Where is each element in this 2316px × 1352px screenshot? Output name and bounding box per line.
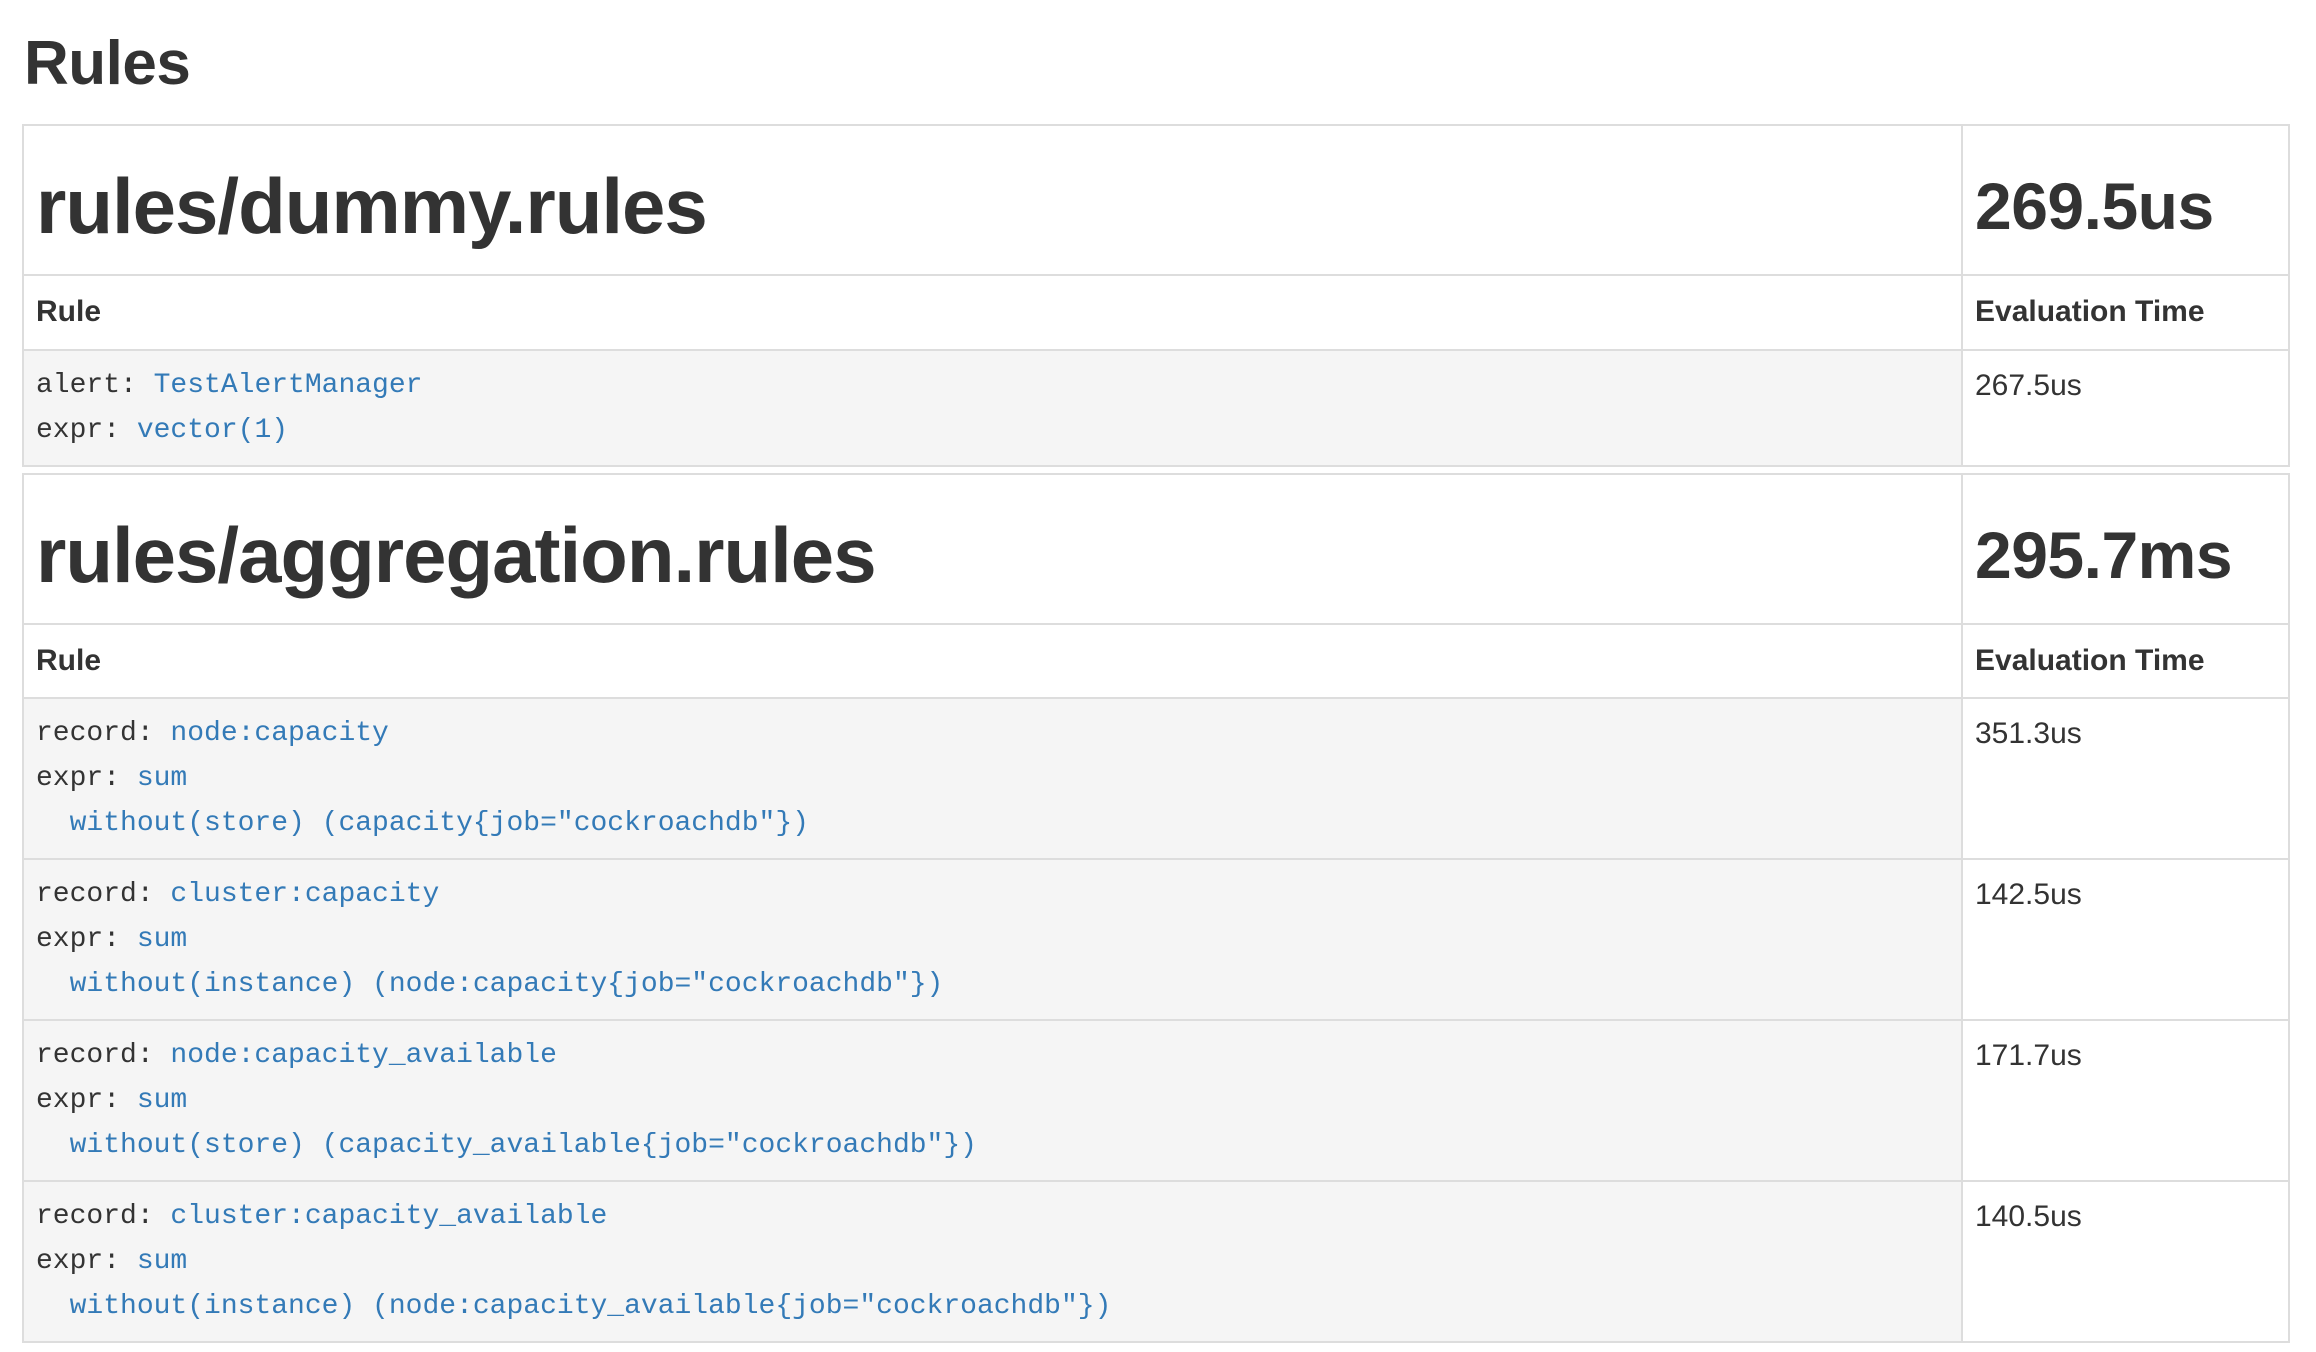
rule-keyword: record: — [36, 879, 170, 910]
group-header-cell: rules/aggregation.rules — [24, 475, 1961, 623]
column-header-rule: Rule — [24, 274, 1961, 349]
rule-cell: record: cluster:capacityexpr: sum withou… — [24, 858, 1961, 1019]
rule-keyword: record: — [36, 1201, 170, 1232]
rule-name-link[interactable]: node:capacity — [170, 718, 388, 749]
rule-keyword: expr: — [36, 763, 137, 794]
group-file-title: rules/dummy.rules — [36, 160, 1949, 252]
column-header-rule: Rule — [24, 623, 1961, 698]
group-evaluation-total: 269.5us — [1975, 160, 2276, 252]
rule-expr-link[interactable]: sum without(instance) (node:capacity{job… — [36, 924, 943, 1000]
evaluation-time-value: 140.5us — [1961, 1180, 2288, 1341]
rule-name-link[interactable]: cluster:capacity — [170, 879, 439, 910]
rule-line-record: record: node:capacity_available — [36, 1033, 1949, 1078]
rule-cell: record: node:capacity_availableexpr: sum… — [24, 1019, 1961, 1180]
rule-line-alert: alert: TestAlertManager — [36, 363, 1949, 408]
rule-name-link[interactable]: node:capacity_available — [170, 1040, 556, 1071]
evaluation-time-value: 351.3us — [1961, 697, 2288, 858]
group-evaluation-total-cell: 269.5us — [1961, 126, 2288, 274]
rule-keyword: record: — [36, 1040, 170, 1071]
rule-expr-link[interactable]: vector(1) — [137, 415, 288, 446]
rule-cell: record: node:capacityexpr: sum without(s… — [24, 697, 1961, 858]
rule-name-link[interactable]: TestAlertManager — [154, 370, 423, 401]
rule-line-record: record: cluster:capacity — [36, 872, 1949, 917]
evaluation-time-value: 142.5us — [1961, 858, 2288, 1019]
rule-expr-link[interactable]: sum without(store) (capacity{job="cockro… — [36, 763, 809, 839]
rules-group-aggregation: rules/aggregation.rules 295.7ms Rule Eva… — [22, 473, 2290, 1344]
rule-keyword: expr: — [36, 1085, 137, 1116]
rule-keyword: expr: — [36, 924, 137, 955]
rule-line-record: record: node:capacity — [36, 711, 1949, 756]
group-header-cell: rules/dummy.rules — [24, 126, 1961, 274]
rules-group-dummy: rules/dummy.rules 269.5us Rule Evaluatio… — [22, 124, 2290, 467]
rules-page: Rules rules/dummy.rules 269.5us Rule Eva… — [0, 30, 2316, 1343]
rule-name-link[interactable]: cluster:capacity_available — [170, 1201, 607, 1232]
rule-line-record: record: cluster:capacity_available — [36, 1194, 1949, 1239]
rule-keyword: alert: — [36, 370, 154, 401]
evaluation-time-value: 267.5us — [1961, 349, 2288, 465]
rule-expr-link[interactable]: sum without(store) (capacity_available{j… — [36, 1085, 977, 1161]
group-evaluation-total-cell: 295.7ms — [1961, 475, 2288, 623]
rule-line-expr: expr: sum without(instance) (node:capaci… — [36, 1239, 1949, 1329]
rule-line-expr: expr: sum without(instance) (node:capaci… — [36, 917, 1949, 1007]
rule-keyword: expr: — [36, 415, 137, 446]
group-file-title: rules/aggregation.rules — [36, 509, 1949, 601]
rule-line-expr: expr: sum without(store) (capacity_avail… — [36, 1078, 1949, 1168]
evaluation-time-value: 171.7us — [1961, 1019, 2288, 1180]
rule-cell: alert: TestAlertManagerexpr: vector(1) — [24, 349, 1961, 465]
rule-cell: record: cluster:capacity_availableexpr: … — [24, 1180, 1961, 1341]
rule-line-expr: expr: vector(1) — [36, 408, 1949, 453]
column-header-evaluation-time: Evaluation Time — [1961, 623, 2288, 698]
rule-line-expr: expr: sum without(store) (capacity{job="… — [36, 756, 1949, 846]
rule-keyword: expr: — [36, 1246, 137, 1277]
column-header-evaluation-time: Evaluation Time — [1961, 274, 2288, 349]
page-title: Rules — [24, 30, 2290, 98]
rule-keyword: record: — [36, 718, 170, 749]
rule-expr-link[interactable]: sum without(instance) (node:capacity_ava… — [36, 1246, 1111, 1322]
group-evaluation-total: 295.7ms — [1975, 509, 2276, 601]
